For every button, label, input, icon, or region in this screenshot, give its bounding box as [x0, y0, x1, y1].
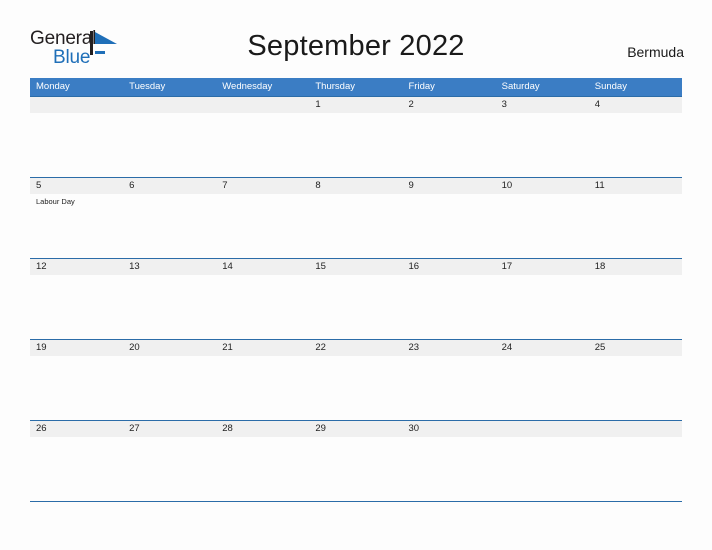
week-row: 5 Labour Day 6 7 8 9 10 11 [30, 177, 682, 258]
day-number: 21 [222, 342, 233, 353]
week-row: 12 13 14 15 16 17 18 [30, 258, 682, 339]
day-cell[interactable]: 26 [30, 420, 123, 501]
day-cell[interactable]: 5 Labour Day [30, 177, 123, 258]
week-cells: 26 27 28 29 30 [30, 420, 682, 501]
week-row: 19 20 21 22 23 24 25 [30, 339, 682, 420]
weekday-header-wednesday: Wednesday [222, 81, 273, 92]
day-cell[interactable]: 13 [123, 258, 216, 339]
week-cells: 5 Labour Day 6 7 8 9 10 11 [30, 177, 682, 258]
weekday-header-monday: Monday [36, 81, 70, 92]
day-number: 22 [315, 342, 326, 353]
day-number: 23 [408, 342, 420, 353]
day-number: 3 [501, 99, 507, 110]
day-number: 13 [129, 261, 140, 272]
day-cell[interactable]: 28 [216, 420, 309, 501]
day-cell[interactable]: 29 [309, 420, 402, 501]
day-number: 9 [408, 180, 414, 191]
day-cell[interactable] [123, 96, 216, 177]
week-row: 26 27 28 29 30 [30, 420, 682, 501]
day-cell[interactable]: 16 [403, 258, 496, 339]
day-number: 1 [315, 99, 321, 110]
weekday-header-thursday: Thursday [315, 81, 355, 92]
day-number: 5 [36, 180, 42, 191]
day-cell[interactable]: 24 [496, 339, 589, 420]
day-number: 12 [36, 261, 47, 272]
day-cell[interactable]: 2 [403, 96, 496, 177]
day-number: 6 [129, 180, 135, 191]
weekday-header-row: Monday Tuesday Wednesday Thursday Friday… [30, 78, 682, 96]
week-row: 1 2 3 4 [30, 96, 682, 177]
day-number: 8 [315, 180, 321, 191]
day-cell[interactable]: 14 [216, 258, 309, 339]
day-number: 7 [222, 180, 228, 191]
day-number: 24 [501, 342, 513, 353]
weekday-header-tuesday: Tuesday [129, 81, 166, 92]
day-number: 19 [36, 342, 47, 353]
day-cell[interactable]: 12 [30, 258, 123, 339]
calendar-page: General Blue September 2022 Bermuda Mond… [0, 0, 712, 550]
day-number [129, 96, 216, 113]
grid-bottom-rule [30, 501, 682, 502]
day-number [502, 420, 589, 437]
day-number: 11 [594, 180, 605, 191]
day-number: 25 [594, 342, 606, 353]
day-cell[interactable] [496, 420, 589, 501]
week-cells: 19 20 21 22 23 24 25 [30, 339, 682, 420]
region-label: Bermuda [627, 44, 684, 60]
day-cell[interactable] [589, 420, 682, 501]
day-number [222, 96, 309, 113]
day-number: 29 [315, 423, 326, 434]
day-number: 14 [222, 261, 233, 272]
day-cell[interactable]: 18 [589, 258, 682, 339]
day-cell[interactable]: 21 [216, 339, 309, 420]
weekday-header-friday: Friday [408, 81, 435, 92]
day-cell[interactable]: 20 [123, 339, 216, 420]
page-header: General Blue September 2022 Bermuda [0, 0, 712, 78]
day-cell[interactable]: 6 [123, 177, 216, 258]
day-number: 17 [501, 261, 513, 272]
day-cell[interactable]: 17 [496, 258, 589, 339]
day-number: 28 [222, 423, 233, 434]
day-cell[interactable]: 4 [589, 96, 682, 177]
day-event: Labour Day [36, 197, 75, 206]
page-title: September 2022 [247, 30, 465, 62]
calendar-grid: Monday Tuesday Wednesday Thursday Friday… [30, 78, 682, 502]
day-number: 26 [36, 423, 47, 434]
day-number: 30 [408, 423, 420, 434]
day-cell[interactable]: 10 [496, 177, 589, 258]
day-cell[interactable]: 3 [496, 96, 589, 177]
day-number [36, 96, 123, 113]
week-cells: 1 2 3 4 [30, 96, 682, 177]
day-number: 20 [129, 342, 140, 353]
day-number: 10 [501, 180, 513, 191]
day-cell[interactable] [30, 96, 123, 177]
day-cell[interactable]: 7 [216, 177, 309, 258]
day-cell[interactable]: 11 [589, 177, 682, 258]
week-cells: 12 13 14 15 16 17 18 [30, 258, 682, 339]
day-number: 4 [594, 99, 601, 110]
day-cell[interactable]: 25 [589, 339, 682, 420]
day-cell[interactable] [216, 96, 309, 177]
day-cell[interactable]: 15 [309, 258, 402, 339]
day-cell[interactable]: 1 [309, 96, 402, 177]
day-cell[interactable]: 8 [309, 177, 402, 258]
day-cell[interactable]: 23 [403, 339, 496, 420]
day-cell[interactable]: 19 [30, 339, 123, 420]
day-cell[interactable]: 22 [309, 339, 402, 420]
day-number: 15 [315, 261, 326, 272]
day-number: 16 [408, 261, 420, 272]
weekday-header-sunday: Sunday [594, 81, 627, 92]
day-cell[interactable]: 9 [403, 177, 496, 258]
day-number: 27 [129, 423, 140, 434]
day-cell[interactable]: 27 [123, 420, 216, 501]
day-number: 2 [408, 99, 414, 110]
day-number: 18 [594, 261, 606, 272]
weekday-header-saturday: Saturday [501, 81, 540, 92]
day-cell[interactable]: 30 [403, 420, 496, 501]
day-number [595, 420, 682, 437]
